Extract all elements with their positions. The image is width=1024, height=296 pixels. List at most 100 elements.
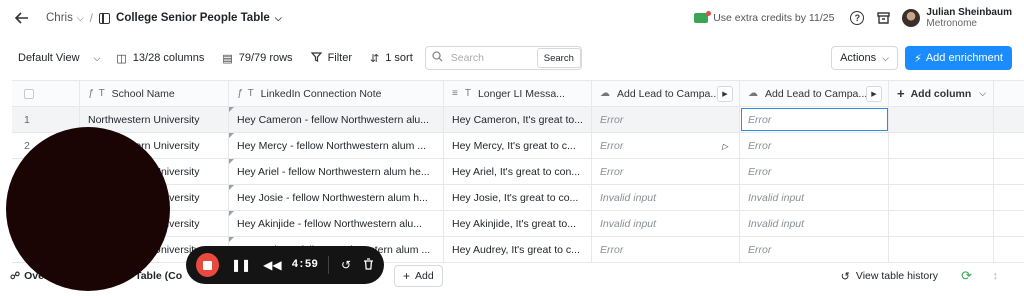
empty-cell bbox=[889, 211, 994, 236]
history-icon: ↺ bbox=[840, 270, 850, 283]
top-bar: Chris ⌵ / College Senior People Table ⌵ … bbox=[0, 0, 1024, 36]
pause-icon[interactable]: ❚❚ bbox=[231, 258, 251, 272]
actions-label: Actions bbox=[840, 52, 877, 64]
trash-icon[interactable] bbox=[363, 257, 374, 273]
longer-message-cell[interactable]: Hey Josie, It's great to co... bbox=[444, 185, 592, 210]
view-label: Default View bbox=[18, 52, 80, 64]
add-enrichment-label: Add enrichment bbox=[925, 52, 1003, 64]
select-all-checkbox[interactable] bbox=[24, 88, 34, 99]
column-header-label: Add Lead to Campa... bbox=[617, 87, 720, 100]
column-header-school-name[interactable]: ƒ T School Name bbox=[80, 81, 229, 106]
linkedin-note-cell[interactable]: Hey Ariel - fellow Northwestern alum he.… bbox=[229, 159, 444, 184]
add-table-label: Add bbox=[415, 270, 434, 282]
filter-icon bbox=[310, 51, 322, 65]
rewind-icon[interactable]: ◀◀ bbox=[263, 258, 281, 272]
sort-label: 1 sort bbox=[385, 52, 413, 64]
user-organization: Metronome bbox=[926, 18, 977, 29]
add-column-button[interactable]: + Add column ⌵ bbox=[889, 81, 994, 106]
longer-message-cell[interactable]: Hey Ariel, It's great to con... bbox=[444, 159, 592, 184]
sort-button[interactable]: ⇵ 1 sort bbox=[370, 52, 413, 65]
restart-icon[interactable]: ↺ bbox=[341, 258, 351, 272]
add-lead-2-cell[interactable]: Error bbox=[740, 133, 889, 158]
header-row: ƒ T School Name ƒ T LinkedIn Connection … bbox=[12, 80, 1024, 107]
run-column-play-icon[interactable]: ▶ bbox=[866, 86, 882, 102]
table-row[interactable]: 1 Northwestern University Hey Cameron - … bbox=[12, 107, 1024, 133]
column-header-add-lead-2[interactable]: ☁ Add Lead to Campa... ▶ bbox=[740, 81, 889, 106]
longer-message-cell[interactable]: Hey Mercy, It's great to c... bbox=[444, 133, 592, 158]
add-lead-1-cell[interactable]: Error bbox=[592, 159, 740, 184]
workflow-icon: ☍ bbox=[10, 270, 21, 282]
column-header-linkedin-note[interactable]: ƒ T LinkedIn Connection Note bbox=[229, 81, 444, 106]
empty-cell bbox=[889, 185, 994, 210]
add-lead-2-cell[interactable]: Invalid input bbox=[740, 185, 889, 210]
run-column-play-icon[interactable]: ▶ bbox=[717, 86, 733, 102]
add-lead-2-cell[interactable]: Error bbox=[740, 159, 889, 184]
columns-button[interactable]: ◫ 13/28 columns bbox=[116, 52, 204, 65]
chevron-down-icon: ⌵ bbox=[882, 52, 889, 63]
add-lead-1-cell[interactable]: Error bbox=[592, 107, 740, 132]
recording-timer: 4:59 bbox=[291, 259, 318, 271]
chevron-down-icon: ⌵ bbox=[93, 52, 101, 63]
add-table-button[interactable]: + Add bbox=[394, 265, 443, 287]
column-header-longer-message[interactable]: ≡ T Longer LI Messa... bbox=[444, 81, 592, 106]
view-table-history-button[interactable]: ↺ View table history bbox=[841, 270, 938, 283]
table-title-dropdown[interactable]: College Senior People Table ⌵ bbox=[99, 12, 282, 24]
add-lead-2-cell[interactable]: Error bbox=[740, 237, 889, 262]
longer-message-cell[interactable]: Hey Audrey, It's great to c... bbox=[444, 237, 592, 262]
credits-icon bbox=[694, 11, 712, 23]
filter-label: Filter bbox=[327, 52, 353, 64]
rows-button[interactable]: ▤ 79/79 rows bbox=[222, 52, 292, 65]
search-input[interactable] bbox=[450, 52, 533, 64]
webcam-overlay bbox=[6, 127, 170, 291]
extra-credits-notice[interactable]: Use extra credits by 11/25 bbox=[694, 11, 835, 24]
stop-recording-button[interactable] bbox=[196, 253, 219, 277]
chevron-down-icon: ⌵ bbox=[76, 12, 84, 23]
search-box: Search bbox=[424, 46, 582, 70]
breadcrumb-workspace[interactable]: Chris ⌵ bbox=[46, 12, 84, 24]
inbox-icon[interactable] bbox=[876, 11, 890, 25]
add-lead-1-cell[interactable]: Error ▷ bbox=[592, 133, 740, 158]
linkedin-note-cell[interactable]: Hey Mercy - fellow Northwestern alum ... bbox=[229, 133, 444, 158]
add-lead-2-cell[interactable]: Error bbox=[740, 107, 889, 132]
formula-icon: ƒ bbox=[88, 88, 94, 99]
add-lead-1-cell[interactable]: Invalid input bbox=[592, 211, 740, 236]
search-button[interactable]: Search bbox=[536, 48, 581, 68]
refresh-icon[interactable]: ⟳ bbox=[961, 268, 972, 284]
integration-icon: ☁ bbox=[600, 88, 610, 99]
longer-message-cell[interactable]: Hey Akinjide, It's great to... bbox=[444, 211, 592, 236]
help-icon[interactable]: ? bbox=[850, 11, 865, 25]
lightning-icon: ⚡︎ bbox=[914, 52, 922, 65]
add-lead-1-cell[interactable]: Invalid input bbox=[592, 185, 740, 210]
run-cell-play-icon[interactable]: ▷ bbox=[717, 138, 733, 154]
column-header-label: Add Lead to Campa... bbox=[765, 87, 868, 100]
history-label: View table history bbox=[855, 270, 938, 282]
rows-icon: ▤ bbox=[222, 52, 233, 65]
sort-icon: ⇵ bbox=[370, 52, 380, 65]
add-lead-2-cell[interactable]: Invalid input bbox=[740, 211, 889, 236]
linkedin-note-cell[interactable]: Hey Akinjide - fellow Northwestern alu..… bbox=[229, 211, 444, 236]
table-row[interactable]: 6 Northwestern University Hey Audrey - f… bbox=[12, 237, 1024, 263]
longer-message-cell[interactable]: Hey Cameron, It's great to... bbox=[444, 107, 592, 132]
text-type-icon: T bbox=[98, 88, 105, 99]
user-menu[interactable]: Julian Sheinbaum Metronome bbox=[902, 7, 1012, 29]
linkedin-note-cell[interactable]: Hey Josie - fellow Northwestern alum h..… bbox=[229, 185, 444, 210]
avatar bbox=[902, 9, 921, 27]
collapse-icon[interactable]: ↕ bbox=[993, 270, 999, 282]
user-name: Julian Sheinbaum bbox=[926, 7, 1012, 18]
credits-text: Use extra credits by 11/25 bbox=[713, 12, 835, 24]
add-lead-1-cell[interactable]: Error bbox=[592, 237, 740, 262]
actions-button[interactable]: Actions ⌵ bbox=[831, 46, 898, 70]
empty-cell bbox=[889, 159, 994, 184]
chevron-down-icon: ⌵ bbox=[979, 88, 987, 98]
empty-cell bbox=[889, 107, 994, 132]
view-selector[interactable]: Default View ⌵ bbox=[18, 52, 100, 64]
columns-icon: ◫ bbox=[116, 52, 127, 65]
column-header-add-lead-1[interactable]: ☁ Add Lead to Campa... ▶ bbox=[592, 81, 740, 106]
back-arrow-icon[interactable] bbox=[12, 8, 32, 28]
filter-button[interactable]: Filter bbox=[310, 51, 353, 65]
linkedin-note-cell[interactable]: Hey Cameron - fellow Northwestern alu... bbox=[229, 107, 444, 132]
add-enrichment-button[interactable]: ⚡︎ Add enrichment bbox=[905, 46, 1012, 70]
table-row[interactable]: 2 Northwestern University Hey Mercy - fe… bbox=[12, 133, 1024, 159]
text-type-icon: T bbox=[464, 88, 471, 99]
formula-icon: ƒ bbox=[237, 88, 243, 99]
